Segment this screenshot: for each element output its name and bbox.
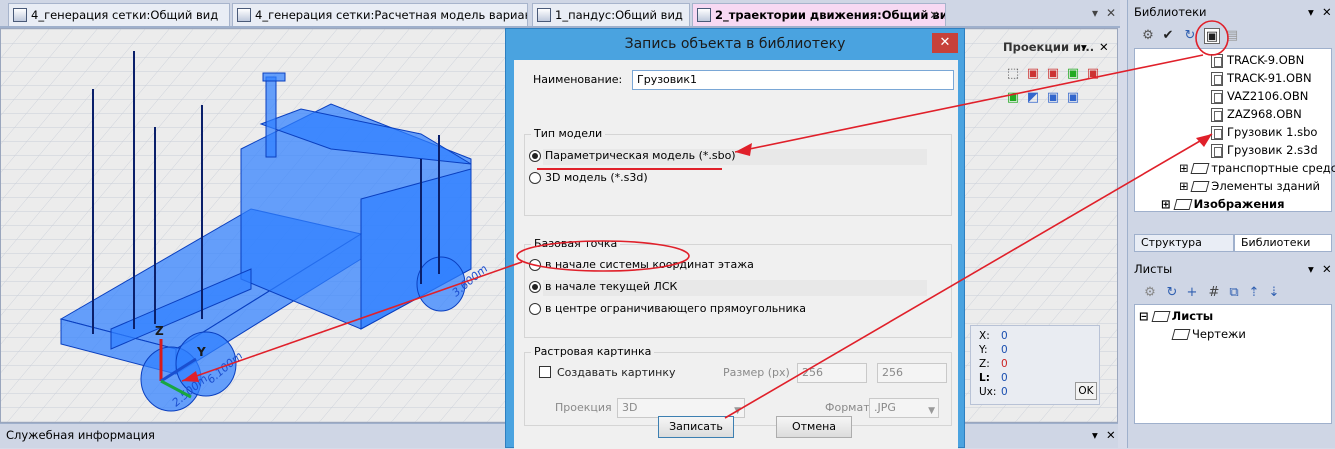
annotation-arrow	[734, 54, 1204, 153]
arrowhead	[182, 371, 199, 382]
arrowhead	[1196, 134, 1212, 147]
arrowhead	[735, 143, 752, 156]
annotation-arrow	[724, 133, 1213, 419]
annotation-overlay	[181, 20, 1229, 419]
annotation-ellipse	[516, 240, 690, 272]
annotation-circle	[1195, 20, 1229, 56]
annotation-arrow	[181, 261, 523, 382]
